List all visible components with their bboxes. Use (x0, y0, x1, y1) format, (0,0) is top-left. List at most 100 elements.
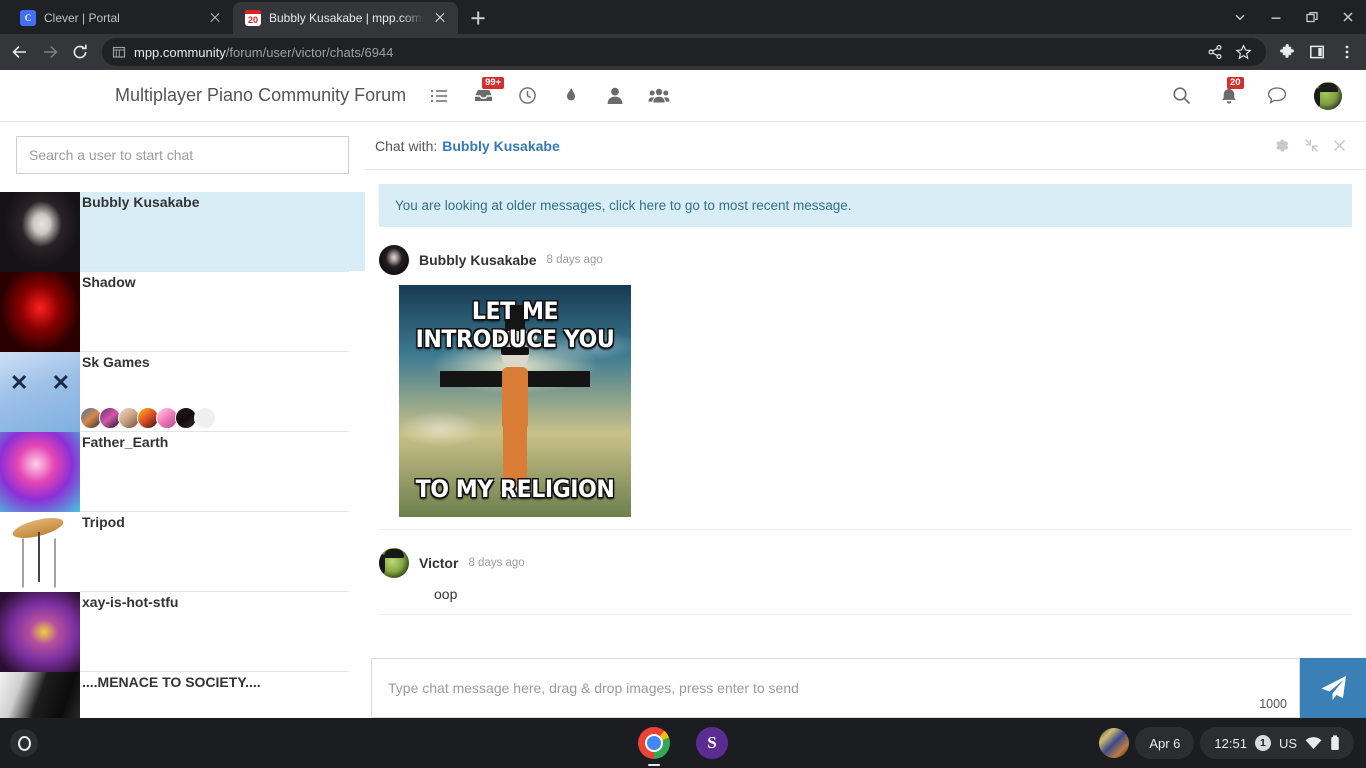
minimize-icon[interactable] (1258, 1, 1294, 33)
chat-name: xay-is-hot-stfu (82, 594, 179, 610)
address-bar[interactable]: mpp.community/forum/user/victor/chats/69… (102, 38, 1266, 66)
message-composer: Type chat message here, drag & drop imag… (365, 658, 1366, 718)
tray-time: 12:51 (1214, 735, 1247, 751)
close-icon[interactable] (1330, 1, 1366, 33)
char-counter: 1000 (1259, 697, 1287, 711)
chat-list-item-xay-is-hot-stfu[interactable]: xay-is-hot-stfu (0, 592, 349, 672)
bookmark-star-icon[interactable] (1230, 39, 1256, 65)
inbox-icon[interactable]: 99+ (472, 76, 505, 107)
chat-thumbnail (0, 352, 80, 432)
browser-window: C Clever | Portal 20 Bubbly Kusakabe | m… (0, 0, 1366, 718)
chat-with-label: Chat with: (375, 137, 438, 154)
toolbar-actions (1274, 39, 1360, 65)
site-header: Multiplayer Piano Community Forum 99+ 20 (0, 70, 1366, 122)
message-item: Bubbly Kusakabe 8 days ago LET ME INTROD… (379, 227, 1352, 530)
gear-icon[interactable] (1273, 137, 1290, 154)
message-timestamp: 8 days ago (546, 254, 603, 266)
message-timestamp: 8 days ago (468, 557, 525, 569)
message-scroll-area[interactable]: You are looking at older messages, click… (365, 170, 1366, 718)
browser-tab-clever[interactable]: C Clever | Portal (8, 2, 233, 34)
chrome-menu-icon[interactable] (1334, 39, 1360, 65)
message-avatar[interactable] (379, 245, 409, 275)
system-tray: Apr 6 12:51 1 US (1099, 727, 1366, 759)
collapse-icon[interactable] (1304, 138, 1319, 153)
chat-thumbnail (0, 192, 80, 272)
chat-list-item-menace-to-society[interactable]: ....MENACE TO SOCIETY.... (0, 672, 349, 718)
tab-strip: C Clever | Portal 20 Bubbly Kusakabe | m… (0, 0, 1366, 34)
message-avatar[interactable] (379, 548, 409, 578)
chevron-down-icon[interactable] (1222, 1, 1258, 33)
tab-close-icon[interactable] (432, 10, 448, 26)
chat-name: Bubbly Kusakabe (82, 194, 200, 210)
chat-peer-name[interactable]: Bubbly Kusakabe (442, 138, 559, 154)
chat-thumbnail (0, 512, 80, 592)
ime-label: US (1278, 735, 1297, 751)
meme-caption-top: LET ME INTRODUCE YOU (415, 297, 615, 353)
status-tray-button[interactable]: 12:51 1 US (1200, 727, 1354, 759)
restore-icon[interactable] (1294, 1, 1330, 33)
forward-arrow-icon[interactable] (36, 38, 64, 66)
send-paper-plane-icon (1316, 671, 1350, 705)
site-info-icon[interactable] (112, 45, 126, 59)
user-icon[interactable] (604, 85, 626, 107)
list-icon[interactable] (428, 85, 450, 107)
sketch-app-icon[interactable]: S (696, 727, 728, 759)
chat-name: Sk Games (82, 354, 150, 370)
chat-thumbnail (0, 432, 80, 512)
tray-avatar[interactable] (1099, 728, 1130, 758)
chat-message-input[interactable]: Type chat message here, drag & drop imag… (371, 658, 1300, 718)
chat-list-item-shadow[interactable]: Shadow (0, 272, 349, 352)
chrome-app-icon[interactable] (638, 727, 670, 766)
chat-list-item-sk-games[interactable]: Sk Games (0, 352, 349, 432)
chat-name: ....MENACE TO SOCIETY.... (82, 674, 261, 690)
battery-icon (1330, 735, 1340, 751)
chromeos-shelf: S Apr 6 12:51 1 US (0, 718, 1366, 768)
date-tray-button[interactable]: Apr 6 (1135, 727, 1195, 759)
chat-thumbnail (0, 672, 80, 718)
close-icon[interactable] (1333, 139, 1346, 152)
search-icon[interactable] (1170, 85, 1192, 107)
tab-title: Bubbly Kusakabe | mpp.commu (269, 11, 424, 25)
message-item: Victor 8 days ago oop (379, 530, 1352, 615)
page-body: Search a user to start chat Bubbly Kusak… (0, 122, 1366, 718)
chat-name: Shadow (82, 274, 136, 290)
launcher-icon[interactable] (10, 729, 38, 757)
share-icon[interactable] (1202, 39, 1228, 65)
url-text: mpp.community/forum/user/victor/chats/69… (134, 45, 393, 60)
meme-caption-bottom: TO MY RELIGION (415, 475, 615, 503)
extensions-puzzle-icon[interactable] (1274, 39, 1300, 65)
avatar[interactable] (1314, 81, 1342, 110)
clever-favicon-icon: C (20, 10, 36, 26)
member-avatars (80, 407, 216, 429)
send-button[interactable] (1300, 658, 1366, 718)
new-tab-button[interactable] (464, 4, 492, 32)
side-panel-icon[interactable] (1304, 39, 1330, 65)
ime-badge: 1 (1254, 735, 1271, 751)
flame-icon[interactable] (560, 85, 582, 107)
shelf-app-icons: S (638, 727, 728, 766)
older-messages-notice[interactable]: You are looking at older messages, click… (379, 184, 1352, 227)
message-image[interactable]: LET ME INTRODUCE YOU TO MY RELIGION (399, 285, 631, 517)
chat-name: Tripod (82, 514, 125, 530)
group-icon[interactable] (648, 85, 670, 107)
window-controls (1222, 0, 1366, 34)
chat-list-item-bubbly-kusakabe[interactable]: Bubbly Kusakabe (0, 192, 365, 272)
chat-list-item-tripod[interactable]: Tripod (0, 512, 349, 592)
chat-bubble-icon[interactable] (1266, 85, 1288, 107)
tray-date: Apr 6 (1149, 735, 1181, 751)
tab-title: Clever | Portal (44, 11, 120, 25)
back-arrow-icon[interactable] (6, 38, 34, 66)
browser-tab-mpp[interactable]: 20 Bubbly Kusakabe | mpp.commu (233, 2, 458, 34)
bell-icon[interactable]: 20 (1218, 76, 1244, 107)
tab-close-icon[interactable] (207, 10, 223, 26)
clock-icon[interactable] (516, 85, 538, 107)
bell-badge: 20 (1227, 76, 1244, 89)
inbox-badge: 99+ (482, 76, 505, 89)
chat-list-item-father-earth[interactable]: Father_Earth (0, 432, 349, 512)
chat-thumbnail (0, 592, 80, 672)
search-placeholder: Search a user to start chat (29, 147, 194, 163)
reload-icon[interactable] (66, 38, 94, 66)
search-input[interactable]: Search a user to start chat (16, 136, 349, 174)
browser-toolbar: mpp.community/forum/user/victor/chats/69… (0, 34, 1366, 70)
chat-sidebar: Search a user to start chat Bubbly Kusak… (0, 122, 365, 718)
